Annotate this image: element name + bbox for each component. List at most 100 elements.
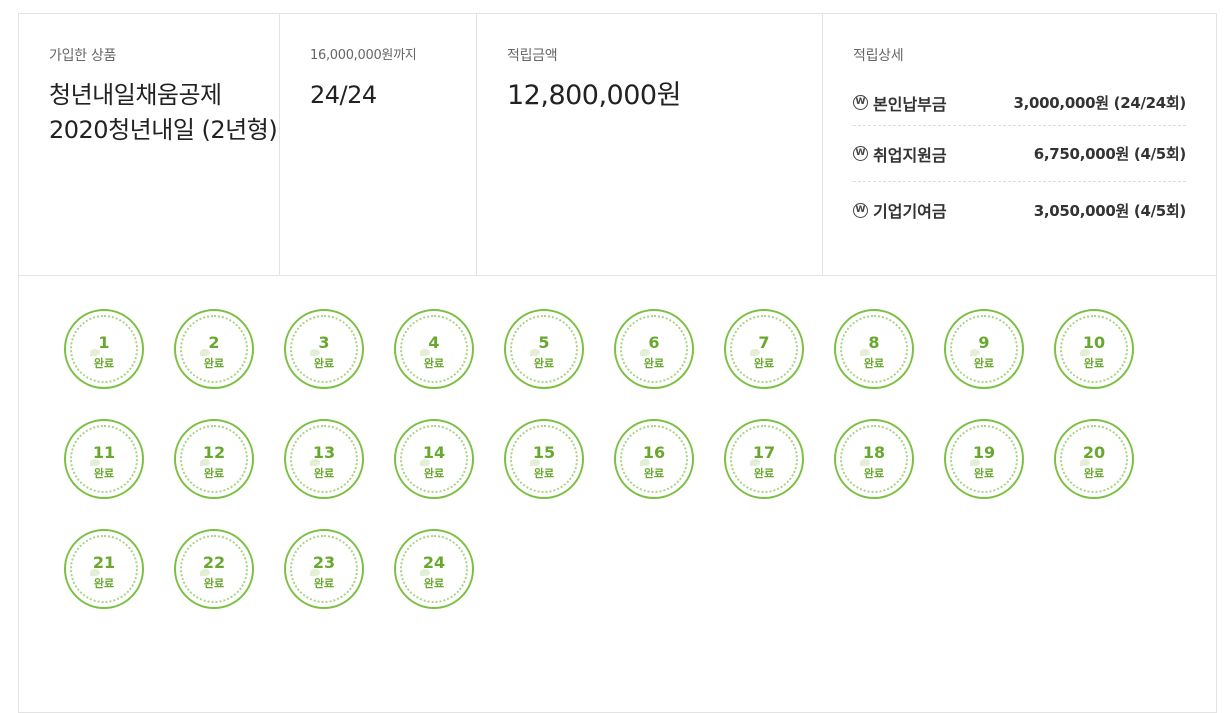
stamp-status: 완료 <box>533 467 555 480</box>
payment-stamp: 8 완료 <box>834 309 914 389</box>
payment-stamp: 22 완료 <box>174 529 254 609</box>
stamp-status: 완료 <box>203 467 225 480</box>
stamp-status: 완료 <box>313 357 335 370</box>
stamp-number: 3 <box>318 333 330 352</box>
detail-amount: 3,050,000원 (4/5회) <box>1033 201 1187 220</box>
count-section: 16,000,000원까지 24/24 <box>280 14 477 275</box>
stamp-status: 완료 <box>313 467 335 480</box>
stamp-number: 1 <box>98 333 110 352</box>
stamp-number: 23 <box>312 553 336 572</box>
product-label: 가입한 상품 <box>49 48 117 64</box>
product-section: 가입한 상품 청년내일채움공제 2020청년내일 (2년형) <box>19 14 280 275</box>
payment-stamp: 18 완료 <box>834 419 914 499</box>
payment-stamp: 12 완료 <box>174 419 254 499</box>
payment-stamp: 24 완료 <box>394 529 474 609</box>
stamp-number: 18 <box>862 443 886 462</box>
stamp-number: 5 <box>538 333 550 352</box>
stamp-number: 19 <box>972 443 996 462</box>
stamp-status: 완료 <box>423 467 445 480</box>
stamp-number: 21 <box>92 553 116 572</box>
stamp-status: 완료 <box>973 467 995 480</box>
stamp-number: 11 <box>92 443 116 462</box>
payment-stamp: 15 완료 <box>504 419 584 499</box>
stamp-status: 완료 <box>1083 467 1105 480</box>
payment-stamps-grid: 1 완료 2 완료 3 완료 4 완료 5 완료 6 완료 7 완료 8 완료 9 완료 10 완료 11 완료 12 완료 1… <box>64 309 1174 609</box>
detail-name: 본인납부금 <box>873 94 947 114</box>
detail-name-wrap: W 기업기여금 <box>853 198 947 222</box>
won-icon: W <box>853 95 868 110</box>
won-icon: W <box>853 202 868 218</box>
stamp-number: 6 <box>648 333 660 352</box>
payment-stamp: 14 완료 <box>394 419 474 499</box>
detail-row-self-payment: W 본인납부금 3,000,000원 (24/24회) <box>853 80 1186 126</box>
stamp-number: 13 <box>312 443 336 462</box>
detail-amount: 3,000,000원 (24/24회) <box>1013 94 1186 112</box>
summary-bar: 가입한 상품 청년내일채움공제 2020청년내일 (2년형) 16,000,00… <box>19 14 1216 276</box>
stamp-number: 7 <box>758 333 770 352</box>
payment-stamp: 7 완료 <box>724 309 804 389</box>
stamp-status: 완료 <box>93 577 115 590</box>
amount-label: 적립금액 <box>507 48 558 64</box>
stamp-status: 완료 <box>753 467 775 480</box>
stamp-status: 완료 <box>533 357 555 370</box>
detail-name-wrap: W 취업지원금 <box>853 142 947 166</box>
stamp-number: 17 <box>752 443 776 462</box>
detail-amount: 6,750,000원 (4/5회) <box>1033 145 1187 163</box>
stamp-number: 22 <box>202 553 226 572</box>
stamp-status: 완료 <box>973 357 995 370</box>
stamp-status: 완료 <box>643 357 665 370</box>
product-name: 청년내일채움공제 2020청년내일 (2년형) <box>49 81 278 144</box>
payment-stamp: 11 완료 <box>64 419 144 499</box>
amount-value: 12,800,000원 <box>507 80 681 111</box>
payment-stamp: 2 완료 <box>174 309 254 389</box>
stamp-number: 15 <box>532 443 556 462</box>
payment-stamp: 3 완료 <box>284 309 364 389</box>
payment-stamp: 9 완료 <box>944 309 1024 389</box>
detail-row-company-contribution: W 기업기여금 3,050,000원 (4/5회) <box>853 182 1186 238</box>
payment-count: 24/24 <box>310 81 377 109</box>
stamp-status: 완료 <box>1083 357 1105 370</box>
stamp-number: 20 <box>1082 443 1106 462</box>
stamp-number: 8 <box>868 333 880 352</box>
stamp-status: 완료 <box>93 467 115 480</box>
limit-label: 16,000,000원까지 <box>310 48 417 63</box>
detail-label: 적립상세 <box>853 48 904 64</box>
stamp-status: 완료 <box>93 357 115 370</box>
detail-name: 기업기여금 <box>873 202 947 221</box>
stamp-status: 완료 <box>313 577 335 590</box>
payment-stamp: 19 완료 <box>944 419 1024 499</box>
stamp-status: 완료 <box>203 357 225 370</box>
stamp-status: 완료 <box>753 357 775 370</box>
stamp-number: 4 <box>428 333 440 352</box>
payment-stamp: 13 완료 <box>284 419 364 499</box>
detail-name-wrap: W 본인납부금 <box>853 91 947 115</box>
payment-stamp: 17 완료 <box>724 419 804 499</box>
amount-section: 적립금액 12,800,000원 <box>477 14 823 275</box>
payment-stamp: 20 완료 <box>1054 419 1134 499</box>
stamp-status: 완료 <box>423 577 445 590</box>
detail-row-employment-support: W 취업지원금 6,750,000원 (4/5회) <box>853 126 1186 182</box>
stamp-status: 완료 <box>423 357 445 370</box>
payment-stamp: 23 완료 <box>284 529 364 609</box>
stamp-number: 2 <box>208 333 220 352</box>
stamp-number: 16 <box>642 443 666 462</box>
detail-list: W 본인납부금 3,000,000원 (24/24회) W 취업지원금 6,75… <box>853 80 1186 238</box>
stamp-number: 9 <box>978 333 990 352</box>
stamp-status: 완료 <box>203 577 225 590</box>
payment-stamp: 5 완료 <box>504 309 584 389</box>
payment-stamp: 21 완료 <box>64 529 144 609</box>
payment-stamp: 1 완료 <box>64 309 144 389</box>
stamp-number: 12 <box>202 443 226 462</box>
payment-stamp: 4 완료 <box>394 309 474 389</box>
stamp-status: 완료 <box>863 357 885 370</box>
stamp-number: 10 <box>1082 333 1106 352</box>
payment-stamp: 16 완료 <box>614 419 694 499</box>
stamp-number: 14 <box>422 443 446 462</box>
stamp-status: 완료 <box>863 467 885 480</box>
detail-name: 취업지원금 <box>873 145 947 165</box>
payment-stamp: 10 완료 <box>1054 309 1134 389</box>
stamp-status: 완료 <box>643 467 665 480</box>
stamp-number: 24 <box>422 553 446 572</box>
detail-section: 적립상세 W 본인납부금 3,000,000원 (24/24회) W 취업지원금… <box>823 14 1216 275</box>
won-icon: W <box>853 146 868 161</box>
